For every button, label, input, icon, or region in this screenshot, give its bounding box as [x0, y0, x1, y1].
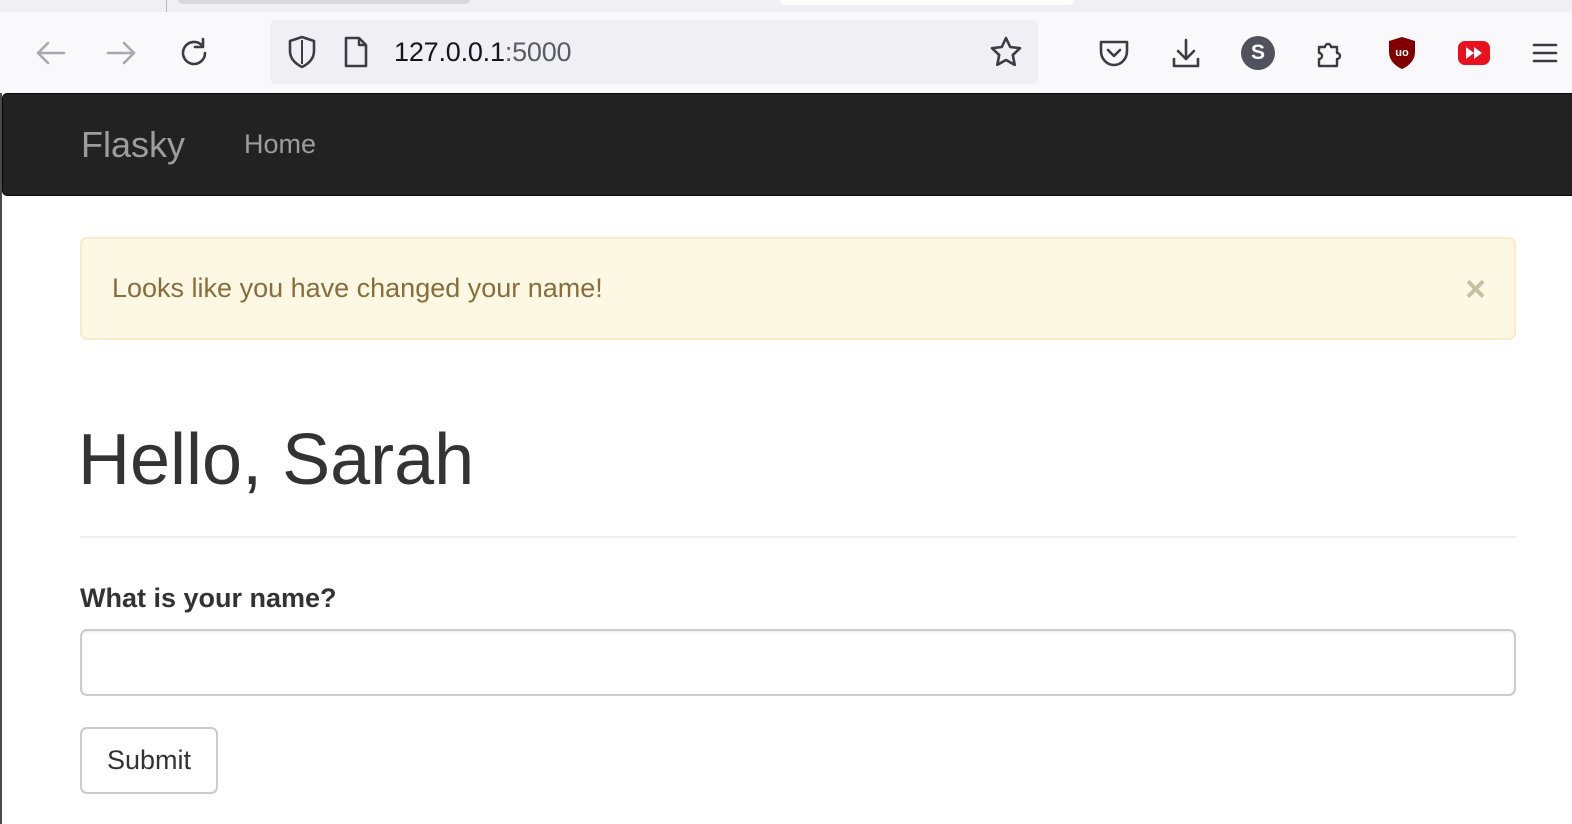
profile-avatar-icon[interactable]: S [1238, 12, 1278, 93]
forward-arrow-icon[interactable] [102, 12, 142, 93]
fast-forward-extension-icon[interactable] [1454, 12, 1494, 93]
extensions-puzzle-icon[interactable] [1310, 12, 1350, 93]
flash-alert: Looks like you have changed your name! × [80, 237, 1516, 340]
submit-button[interactable]: Submit [80, 727, 218, 794]
close-icon[interactable]: × [1465, 239, 1486, 338]
page-title: Hello, Sarah [78, 420, 475, 500]
name-input[interactable] [80, 629, 1516, 696]
url-host: 127.0.0.1 [394, 37, 505, 67]
background-tab[interactable] [178, 0, 470, 4]
shield-icon[interactable] [284, 20, 320, 84]
back-arrow-icon[interactable] [30, 12, 70, 93]
reload-icon[interactable] [174, 12, 214, 93]
menu-hamburger-icon[interactable] [1530, 12, 1560, 93]
name-field-label: What is your name? [80, 583, 337, 613]
ublock-shield-icon[interactable]: uo [1382, 12, 1422, 93]
page-icon[interactable] [340, 20, 372, 84]
browser-toolbar: 127.0.0.1:5000 S uo [0, 12, 1572, 93]
address-bar[interactable]: 127.0.0.1:5000 [270, 20, 1038, 84]
download-icon[interactable] [1166, 12, 1206, 93]
bookmark-star-icon[interactable] [986, 20, 1026, 84]
divider [80, 536, 1516, 538]
profile-initial: S [1241, 35, 1275, 70]
ublock-label: uo [1395, 47, 1409, 59]
nav-link-home[interactable]: Home [244, 94, 316, 195]
active-tab[interactable] [780, 0, 1074, 5]
url-text[interactable]: 127.0.0.1:5000 [394, 20, 572, 84]
navbar: Flasky Home [2, 93, 1572, 196]
url-port: :5000 [504, 37, 572, 67]
navbar-brand[interactable]: Flasky [81, 94, 185, 195]
tab-separator [166, 0, 167, 12]
tab-strip [0, 0, 1572, 12]
pocket-icon[interactable] [1094, 12, 1134, 93]
alert-message: Looks like you have changed your name! [112, 273, 603, 303]
